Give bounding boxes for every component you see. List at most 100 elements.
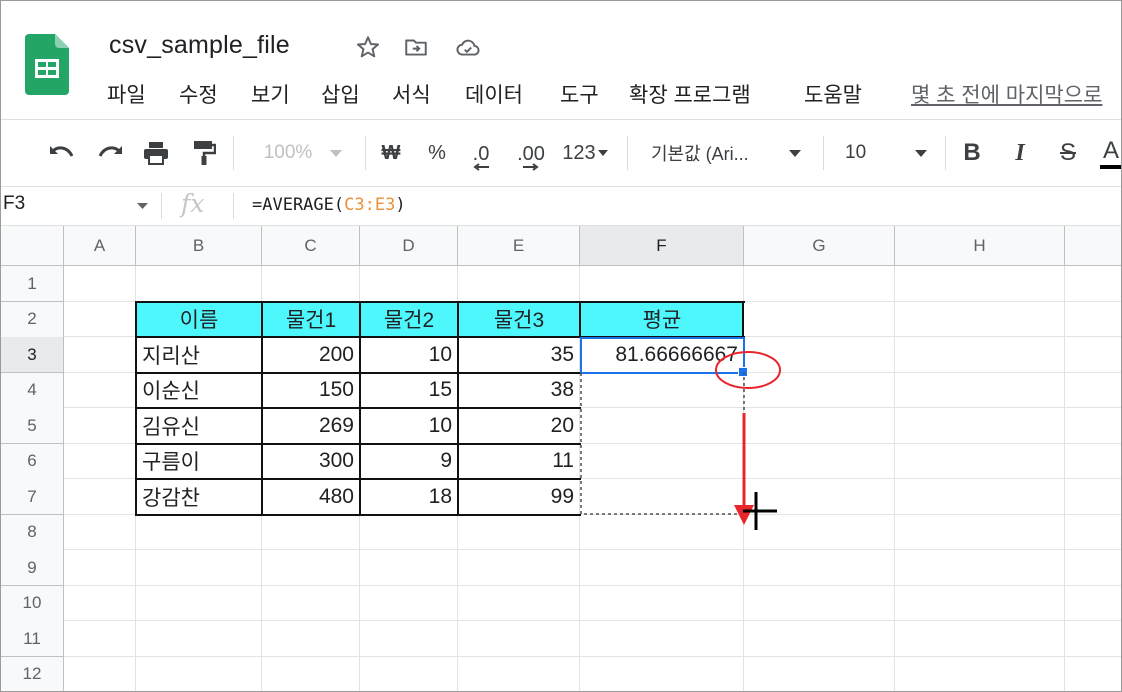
- undo-icon: [50, 146, 74, 157]
- column-header-h[interactable]: H: [895, 226, 1065, 266]
- sheets-logo-icon[interactable]: [25, 34, 69, 95]
- table-cell[interactable]: 150: [262, 373, 360, 409]
- toolbar-separator: [627, 136, 628, 170]
- font-size-select[interactable]: 10: [839, 120, 931, 186]
- text-color-button[interactable]: A: [1099, 120, 1121, 186]
- document-title[interactable]: csv_sample_file: [109, 31, 290, 60]
- menu-tools[interactable]: 도구: [560, 79, 599, 109]
- column-header-f[interactable]: F: [580, 226, 744, 266]
- chevron-down-icon[interactable]: [137, 203, 148, 209]
- menu-data[interactable]: 데이터: [465, 79, 523, 109]
- name-box[interactable]: F3: [3, 193, 25, 215]
- row-header-6[interactable]: 6: [1, 443, 64, 480]
- table-border: [135, 371, 581, 374]
- table-header-cell[interactable]: 물건1: [262, 301, 360, 337]
- percent-label: %: [428, 141, 446, 164]
- row-header-12[interactable]: 12: [1, 656, 64, 691]
- table-cell[interactable]: 10: [360, 408, 458, 444]
- row-header-2[interactable]: 2: [1, 301, 64, 338]
- row-header-11[interactable]: 11: [1, 621, 64, 657]
- print-button[interactable]: [139, 120, 173, 186]
- bold-button[interactable]: B: [957, 120, 987, 186]
- table-border: [742, 300, 744, 338]
- menu-format[interactable]: 서식: [392, 79, 431, 109]
- table-cell[interactable]: 18: [360, 479, 458, 515]
- row-header-5[interactable]: 5: [1, 408, 64, 444]
- percent-format-button[interactable]: %: [423, 120, 451, 186]
- table-border: [135, 407, 581, 409]
- table-border: [579, 300, 581, 338]
- move-to-folder-icon[interactable]: [403, 34, 429, 60]
- italic-button[interactable]: I: [1005, 120, 1035, 186]
- menu-file[interactable]: 파일: [107, 79, 146, 109]
- table-cell[interactable]: 480: [262, 479, 360, 515]
- star-icon[interactable]: [355, 34, 381, 60]
- toolbar-separator: [233, 136, 234, 170]
- table-cell[interactable]: 김유신: [136, 408, 262, 444]
- formula-input[interactable]: =AVERAGE(C3:E3): [252, 195, 406, 215]
- table-border: [135, 442, 581, 445]
- table-cell[interactable]: 구름이: [136, 444, 262, 480]
- menu-view[interactable]: 보기: [251, 79, 290, 109]
- table-header-cell[interactable]: 물건3: [458, 301, 580, 337]
- row-header-4[interactable]: 4: [1, 372, 64, 409]
- row-header-7[interactable]: 7: [1, 479, 64, 515]
- table-cell[interactable]: 20: [458, 408, 580, 444]
- column-header-b[interactable]: B: [136, 226, 262, 266]
- table-cell[interactable]: 강감찬: [136, 479, 262, 515]
- column-header-g[interactable]: G: [744, 226, 895, 266]
- column-header-c[interactable]: C: [262, 226, 360, 266]
- table-cell[interactable]: 이순신: [136, 373, 262, 409]
- table-cell[interactable]: 지리산: [136, 337, 262, 373]
- chevron-down-icon: [789, 149, 801, 157]
- font-size-value: 10: [845, 142, 867, 163]
- column-header-e[interactable]: E: [458, 226, 580, 266]
- table-cell[interactable]: 300: [262, 444, 360, 480]
- table-cell[interactable]: 269: [262, 408, 360, 444]
- table-cell[interactable]: 15: [360, 373, 458, 409]
- select-all-corner[interactable]: [1, 226, 64, 266]
- strikethrough-button[interactable]: S: [1053, 120, 1083, 186]
- row-header-9[interactable]: 9: [1, 550, 64, 586]
- font-family-select[interactable]: 기본값 (Ari...: [651, 120, 811, 186]
- column-header-overflow[interactable]: [1065, 226, 1121, 266]
- table-cell[interactable]: 200: [262, 337, 360, 373]
- currency-format-button[interactable]: ₩: [377, 120, 405, 186]
- table-cell[interactable]: 11: [458, 444, 580, 480]
- table-header-cell[interactable]: 평균: [580, 301, 744, 337]
- table-header-cell[interactable]: 물건2: [360, 301, 458, 337]
- menu-edit[interactable]: 수정: [179, 79, 218, 109]
- undo-button[interactable]: [43, 120, 81, 186]
- last-edit-link[interactable]: 몇 초 전에 마지막으로: [911, 79, 1102, 109]
- formula-separator: [161, 193, 162, 219]
- grid-line: [64, 620, 1121, 621]
- table-cell[interactable]: 38: [458, 373, 580, 409]
- redo-button[interactable]: [91, 120, 129, 186]
- more-formats-button[interactable]: 123: [557, 120, 613, 186]
- table-cell[interactable]: 9: [360, 444, 458, 480]
- table-cell[interactable]: 99: [458, 479, 580, 515]
- zoom-select[interactable]: 100%: [253, 120, 353, 186]
- formula-bar: F3 fx =AVERAGE(C3:E3): [1, 187, 1121, 225]
- menu-insert[interactable]: 삽입: [321, 79, 360, 109]
- row-header-3[interactable]: 3: [1, 337, 64, 373]
- paint-format-button[interactable]: [187, 120, 221, 186]
- table-cell[interactable]: 10: [360, 337, 458, 373]
- column-header-d[interactable]: D: [360, 226, 458, 266]
- row-header-8[interactable]: 8: [1, 514, 64, 551]
- formula-separator: [233, 193, 234, 219]
- arrow-right-icon: [523, 163, 539, 171]
- menu-help[interactable]: 도움말: [804, 79, 862, 109]
- chevron-down-icon: [330, 149, 343, 157]
- column-header-a[interactable]: A: [64, 226, 136, 266]
- decrease-decimal-button[interactable]: .0: [461, 120, 501, 186]
- row-header-1[interactable]: 1: [1, 266, 64, 302]
- row-header-10[interactable]: 10: [1, 585, 64, 622]
- table-header-cell[interactable]: 이름: [136, 301, 262, 337]
- fx-icon: fx: [181, 189, 205, 218]
- menu-extensions[interactable]: 확장 프로그램: [629, 79, 751, 109]
- cloud-saved-icon[interactable]: [455, 34, 481, 60]
- table-cell[interactable]: 35: [458, 337, 580, 373]
- increase-decimal-button[interactable]: .00: [509, 120, 553, 186]
- decrease-decimal-label: .0: [472, 143, 490, 165]
